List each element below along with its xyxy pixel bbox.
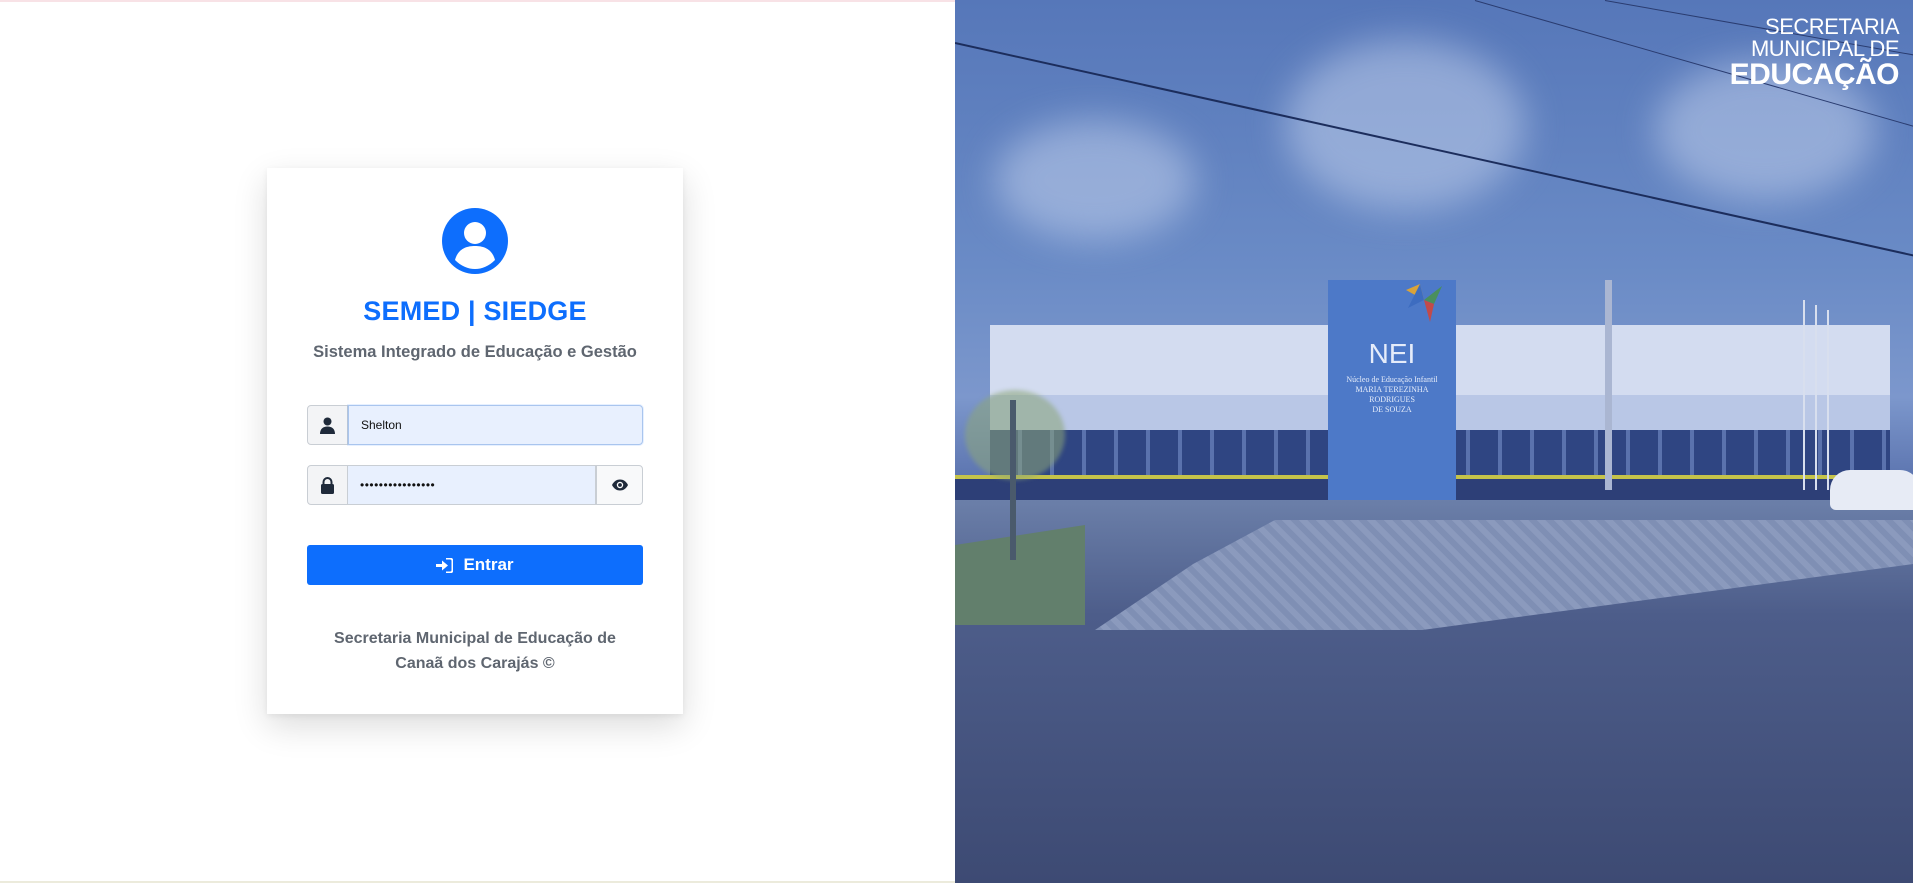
login-submit-button[interactable]: Entrar xyxy=(307,545,643,585)
eye-icon xyxy=(611,479,628,491)
username-input[interactable] xyxy=(348,405,643,445)
login-page: SEMED | SIEDGE Sistema Integrado de Educ… xyxy=(0,0,1913,883)
username-addon xyxy=(307,405,348,445)
flagpole xyxy=(1815,305,1817,490)
page-title: SEMED | SIEDGE xyxy=(363,296,587,326)
cloud xyxy=(995,120,1195,240)
password-input[interactable]: •••••••••••••••• xyxy=(348,465,596,505)
building-sign-subtext: Núcleo de Educação Infantil MARIA TEREZI… xyxy=(1338,375,1446,415)
sign-in-icon xyxy=(436,557,454,573)
footer-line-1: Secretaria Municipal de Educação de xyxy=(334,630,616,647)
building-subtext-1: Núcleo de Educação Infantil xyxy=(1346,375,1438,384)
brand-line-3: EDUCAÇÃO xyxy=(1729,58,1900,91)
lock-icon xyxy=(321,476,334,494)
building-subtext-3: DE SOUZA xyxy=(1372,405,1412,414)
login-submit-label: Entrar xyxy=(463,555,514,574)
secretaria-logo: SECRETARIA MUNICIPAL DE EDUCAÇÃO xyxy=(1729,14,1900,91)
user-icon xyxy=(320,417,335,434)
password-group: •••••••••••••••• xyxy=(307,465,643,505)
page-subtitle: Sistema Integrado de Educação e Gestão xyxy=(313,343,637,361)
utility-pole xyxy=(1605,280,1612,490)
kite-logo-icon xyxy=(1406,284,1442,322)
password-addon xyxy=(307,465,348,505)
flagpole xyxy=(1827,310,1829,490)
login-card: SEMED | SIEDGE Sistema Integrado de Educ… xyxy=(267,168,683,714)
username-group xyxy=(307,405,643,445)
brand-line-1: SECRETARIA xyxy=(1765,14,1899,39)
tree-trunk xyxy=(1010,400,1016,560)
footer-text: Secretaria Municipal de Educação de Cana… xyxy=(307,626,643,676)
toggle-password-button[interactable] xyxy=(596,465,643,505)
flagpole xyxy=(1803,300,1805,490)
school-photo: NEI Núcleo de Educação Infantil MARIA TE… xyxy=(955,0,1913,883)
building-sign: NEI xyxy=(1368,338,1416,369)
brand-line-2: MUNICIPAL DE xyxy=(1750,36,1900,61)
building-subtext-2: MARIA TEREZINHA RODRIGUES xyxy=(1355,385,1429,404)
user-circle-icon xyxy=(442,208,508,274)
top-strip xyxy=(0,0,955,2)
parked-car xyxy=(1830,470,1913,510)
footer-line-2: Canaã dos Carajás © xyxy=(395,655,555,672)
